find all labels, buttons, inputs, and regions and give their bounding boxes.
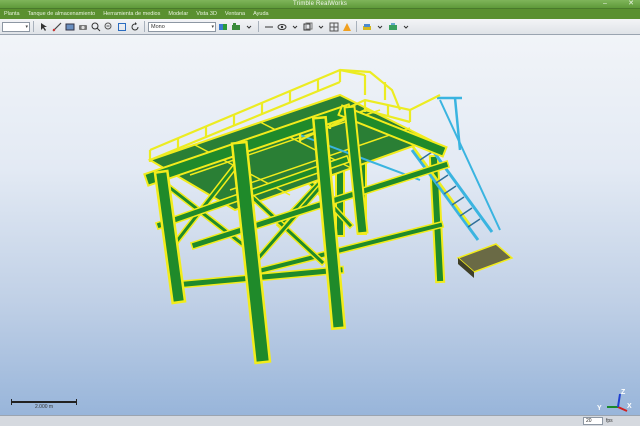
chevron-down-icon: ▾ bbox=[211, 23, 214, 30]
axis-triad-icon: Y X Z bbox=[597, 389, 632, 412]
axis-x-label: X bbox=[627, 403, 632, 410]
toolbar-separator bbox=[356, 21, 357, 32]
minimize-button[interactable]: – bbox=[598, 0, 612, 8]
rotate-icon[interactable] bbox=[130, 21, 140, 32]
pan-icon[interactable] bbox=[65, 22, 75, 32]
chevron-down-icon[interactable] bbox=[375, 22, 385, 32]
display-mode-combo[interactable]: Mono ▾ bbox=[148, 21, 216, 32]
railing-extension-posts bbox=[363, 75, 387, 100]
color-icon[interactable] bbox=[218, 22, 228, 32]
line-icon[interactable] bbox=[264, 22, 274, 32]
menu-item-herramienta[interactable]: Herramienta de medios bbox=[103, 11, 160, 17]
chevron-down-icon[interactable] bbox=[316, 22, 326, 32]
eye-icon[interactable] bbox=[277, 22, 287, 32]
title-bar: Trimble RealWorks – ✕ bbox=[0, 0, 640, 9]
axis-y-label: Y bbox=[597, 405, 602, 412]
scale-bar-tick bbox=[11, 399, 12, 405]
menu-item-ayuda[interactable]: Ayuda bbox=[253, 11, 269, 17]
3d-viewport[interactable]: 2.000 m Y X Z bbox=[0, 35, 640, 415]
fit-view-icon[interactable] bbox=[117, 22, 127, 32]
clip-box-icon[interactable] bbox=[303, 22, 313, 32]
status-bar: 20 fps bbox=[0, 415, 640, 426]
toolbar-separator bbox=[33, 21, 34, 32]
layers-icon[interactable] bbox=[362, 22, 372, 32]
warning-icon[interactable] bbox=[342, 22, 352, 32]
scale-bar-tick bbox=[76, 399, 77, 405]
steel-structure-model bbox=[143, 68, 514, 365]
stair-handrail bbox=[453, 97, 462, 151]
menu-item-planta[interactable]: Planta bbox=[4, 11, 20, 17]
display-mode-value: Mono bbox=[151, 23, 165, 30]
chevron-down-icon[interactable] bbox=[244, 22, 254, 32]
stairs bbox=[406, 96, 514, 278]
menu-item-modelar[interactable]: Modelar bbox=[168, 11, 188, 17]
zoom-in-icon[interactable] bbox=[91, 22, 101, 32]
scale-bar: 2.000 m bbox=[11, 399, 77, 410]
menu-item-ventana[interactable]: Ventana bbox=[225, 11, 245, 17]
menu-bar: Planta Tanque de almacenamiento Herramie… bbox=[0, 9, 640, 19]
toolbar-separator bbox=[144, 21, 145, 32]
axis-triad: Y X Z bbox=[594, 385, 634, 415]
menu-item-vista-3d[interactable]: Vista 3D bbox=[196, 11, 217, 17]
close-button[interactable]: ✕ bbox=[624, 0, 638, 8]
cloud-icon[interactable] bbox=[231, 22, 241, 32]
select-icon[interactable] bbox=[39, 22, 49, 32]
menu-item-tanque[interactable]: Tanque de almacenamiento bbox=[28, 11, 96, 17]
zoom-out-icon[interactable] bbox=[104, 22, 114, 32]
chevron-down-icon[interactable] bbox=[401, 22, 411, 32]
fps-field[interactable]: 20 bbox=[583, 417, 603, 425]
model-icon[interactable] bbox=[388, 22, 398, 32]
scale-bar-label: 2.000 m bbox=[35, 404, 54, 410]
scale-bar-line bbox=[11, 401, 77, 403]
axis-z-label: Z bbox=[621, 389, 626, 396]
chevron-down-icon: ▾ bbox=[25, 23, 28, 30]
stair-treads bbox=[419, 151, 481, 228]
chevron-down-icon[interactable] bbox=[290, 22, 300, 32]
measure-icon[interactable] bbox=[52, 22, 62, 32]
grid-icon[interactable] bbox=[329, 22, 339, 32]
fps-unit-label: fps bbox=[606, 418, 613, 424]
window-title: Trimble RealWorks bbox=[292, 1, 348, 7]
project-combo[interactable]: ▾ bbox=[2, 21, 30, 32]
toolbar-separator bbox=[258, 21, 259, 32]
camera-icon[interactable] bbox=[78, 22, 88, 32]
toolbar: ▾ Mono ▾ bbox=[0, 19, 640, 35]
